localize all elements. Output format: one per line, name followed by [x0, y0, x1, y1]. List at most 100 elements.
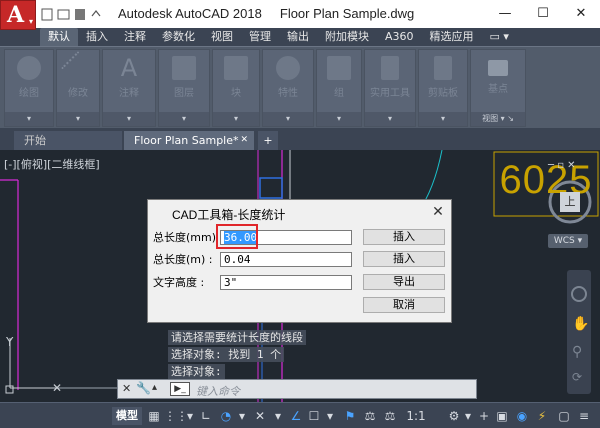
panel-properties[interactable]: 特性 ▾	[262, 49, 314, 127]
close-tab-icon[interactable]: ✕	[240, 131, 248, 150]
annotation-visibility-icon[interactable]: ⚑	[342, 407, 358, 425]
restore-button[interactable]: ☐	[524, 0, 562, 28]
wcs-menu[interactable]: WCS ▾	[548, 234, 588, 248]
command-close-icon[interactable]: ✕	[122, 382, 131, 395]
dropdown-icon[interactable]: ▾	[322, 407, 338, 425]
hardware-acceleration-icon[interactable]: ⚡	[534, 407, 550, 425]
tab-insert[interactable]: 插入	[78, 28, 116, 46]
panel-expand[interactable]: ▾	[103, 112, 155, 126]
panel-utilities[interactable]: 实用工具 ▾	[364, 49, 416, 127]
panel-block[interactable]: 块 ▾	[212, 49, 260, 127]
tab-floor-plan-sample[interactable]: Floor Plan Sample* ✕	[124, 131, 254, 150]
polar-icon[interactable]: ◔	[218, 407, 234, 425]
viewport-controls[interactable]: [-][俯视][二维线框]	[4, 156, 100, 172]
panel-expand[interactable]: ▾	[419, 112, 467, 126]
panel-expand[interactable]: ▾	[57, 112, 99, 126]
properties-icon[interactable]: ▣	[494, 407, 510, 425]
minimize-button[interactable]: —	[486, 0, 524, 28]
dropdown-icon[interactable]: ▾	[234, 407, 250, 425]
panel-expand[interactable]: ▾	[365, 112, 415, 126]
tab-default[interactable]: 默认	[40, 28, 78, 46]
grid-icon[interactable]: ▦	[146, 407, 162, 425]
command-prompt-icon[interactable]: ▶_	[170, 382, 190, 396]
plus-icon[interactable]: +	[476, 407, 492, 425]
dialog-close-button[interactable]: ✕	[429, 202, 447, 220]
steering-wheel-icon[interactable]	[571, 286, 587, 302]
autocad-logo-icon: A	[7, 2, 25, 28]
panel-label: 组	[334, 88, 344, 99]
panel-view[interactable]: 基点 视图 ▾ ↘	[470, 49, 526, 127]
cancel-button[interactable]: 取消	[363, 297, 445, 313]
panel-expand[interactable]: ▾	[213, 112, 259, 126]
insert-m-button[interactable]: 插入	[363, 251, 445, 267]
draw-icon	[17, 56, 41, 80]
panel-modify[interactable]: 修改 ▾	[56, 49, 100, 127]
panel-expand[interactable]: ▾	[317, 112, 361, 126]
customization-icon[interactable]: ≡	[576, 407, 592, 425]
viewport-window-controls[interactable]: ─ ▫ ✕	[548, 160, 576, 171]
close-button[interactable]: ✕	[562, 0, 600, 28]
panel-expand[interactable]: ▾	[159, 112, 209, 126]
panel-layers[interactable]: 图层 ▾	[158, 49, 210, 127]
text-height-input[interactable]: 3"	[220, 275, 352, 290]
tab-start[interactable]: 开始	[14, 131, 122, 150]
object-snap-icon[interactable]: ∠	[288, 407, 304, 425]
panel-expand[interactable]: ▾	[5, 112, 53, 126]
panel-expand[interactable]: 视图 ▾ ↘	[471, 112, 525, 126]
tab-output[interactable]: 输出	[279, 28, 317, 46]
isodraft-icon[interactable]: ✕	[252, 407, 268, 425]
dropdown-icon[interactable]: ▾	[182, 407, 198, 425]
tab-parametric[interactable]: 参数化	[154, 28, 203, 46]
ortho-icon[interactable]: ∟	[198, 407, 214, 425]
panel-label: 修改	[68, 88, 88, 99]
text-height-label: 文字高度 :	[153, 276, 205, 289]
tab-annotate[interactable]: 注释	[116, 28, 154, 46]
export-button[interactable]: 导出	[363, 274, 445, 290]
tab-manage[interactable]: 管理	[241, 28, 279, 46]
viewcube-top-face[interactable]: 上	[560, 192, 580, 212]
dropdown-icon[interactable]: ▾	[270, 407, 286, 425]
annotation-scale-icon[interactable]: ⚖	[382, 407, 398, 425]
quick-access-icons[interactable]	[40, 6, 110, 22]
model-space-tab[interactable]: 模型	[112, 407, 142, 425]
orbit-icon[interactable]: ⟳	[572, 370, 582, 384]
application-menu-button[interactable]: A ▾	[0, 0, 36, 30]
ribbon-options-button[interactable]: ▭ ▾	[482, 28, 517, 46]
panel-annotate[interactable]: A 注释 ▾	[102, 49, 156, 127]
annotation-scale-menu[interactable]: 1:1 ▾	[402, 407, 430, 428]
auto-scale-icon[interactable]: ⚖	[362, 407, 378, 425]
wrench-icon[interactable]: 🔧	[136, 381, 151, 395]
group-icon	[327, 56, 351, 80]
command-input[interactable]: 键入命令	[196, 383, 240, 399]
clean-screen-icon[interactable]: ▢	[556, 407, 572, 425]
panel-label: 绘图	[19, 88, 39, 99]
pan-icon[interactable]: ✋	[572, 316, 589, 332]
panel-draw[interactable]: 绘图 ▾	[4, 49, 54, 127]
dialog-title: CAD工具箱-长度统计	[172, 208, 286, 222]
panel-label: 实用工具	[370, 88, 410, 99]
tab-label: 开始	[24, 134, 46, 147]
panel-expand[interactable]: ▾	[263, 112, 313, 126]
calculator-icon	[381, 56, 399, 80]
lineweight-icon[interactable]: ☐	[306, 407, 322, 425]
panel-group[interactable]: 组 ▾	[316, 49, 362, 127]
panel-label: 注释	[119, 88, 139, 99]
tab-a360[interactable]: A360	[377, 28, 422, 46]
zoom-icon[interactable]: ⚲	[572, 344, 582, 360]
insert-mm-button[interactable]: 插入	[363, 229, 445, 245]
modify-icon	[61, 51, 95, 85]
chevron-up-icon[interactable]: ▴	[152, 382, 157, 393]
panel-clipboard[interactable]: 剪贴板 ▾	[418, 49, 468, 127]
tab-label: Floor Plan Sample*	[134, 134, 239, 147]
tab-addins[interactable]: 附加模块	[317, 28, 377, 46]
base-point-icon	[488, 60, 508, 76]
total-length-m-input[interactable]: 0.04	[220, 252, 352, 267]
panel-label: 图层	[174, 88, 194, 99]
svg-text:Y: Y	[5, 335, 14, 349]
tab-featured-apps[interactable]: 精选应用	[422, 28, 482, 46]
isolate-icon[interactable]: ◉	[514, 407, 530, 425]
snap-icon[interactable]: ⋮⋮	[164, 407, 188, 425]
tab-view[interactable]: 视图	[203, 28, 241, 46]
new-tab-button[interactable]: +	[258, 131, 278, 150]
dropdown-icon[interactable]: ▾	[460, 407, 476, 425]
